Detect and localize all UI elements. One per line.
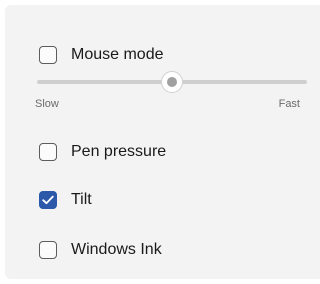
tilt-checkbox[interactable]	[39, 191, 57, 209]
slider-thumb-dot	[167, 77, 177, 87]
slider-min-label: Slow	[35, 98, 59, 110]
pen-pressure-checkbox[interactable]	[39, 143, 57, 161]
slider-max-label: Fast	[278, 98, 300, 110]
speed-slider[interactable]	[37, 71, 307, 93]
tilt-option[interactable]: Tilt	[39, 190, 92, 210]
mouse-mode-checkbox[interactable]	[39, 46, 57, 64]
slider-thumb[interactable]	[161, 71, 183, 93]
pen-pressure-label: Pen pressure	[71, 143, 167, 160]
settings-panel: Mouse mode Slow Fast Pen pressure Tilt W…	[5, 5, 320, 279]
mouse-mode-option[interactable]: Mouse mode	[39, 45, 164, 65]
tilt-label: Tilt	[71, 191, 92, 208]
checkmark-icon	[42, 195, 54, 205]
windows-ink-option[interactable]: Windows Ink	[39, 240, 162, 260]
pen-pressure-option[interactable]: Pen pressure	[39, 142, 166, 162]
windows-ink-checkbox[interactable]	[39, 241, 57, 259]
windows-ink-label: Windows Ink	[71, 241, 162, 258]
mouse-mode-label: Mouse mode	[71, 46, 164, 63]
